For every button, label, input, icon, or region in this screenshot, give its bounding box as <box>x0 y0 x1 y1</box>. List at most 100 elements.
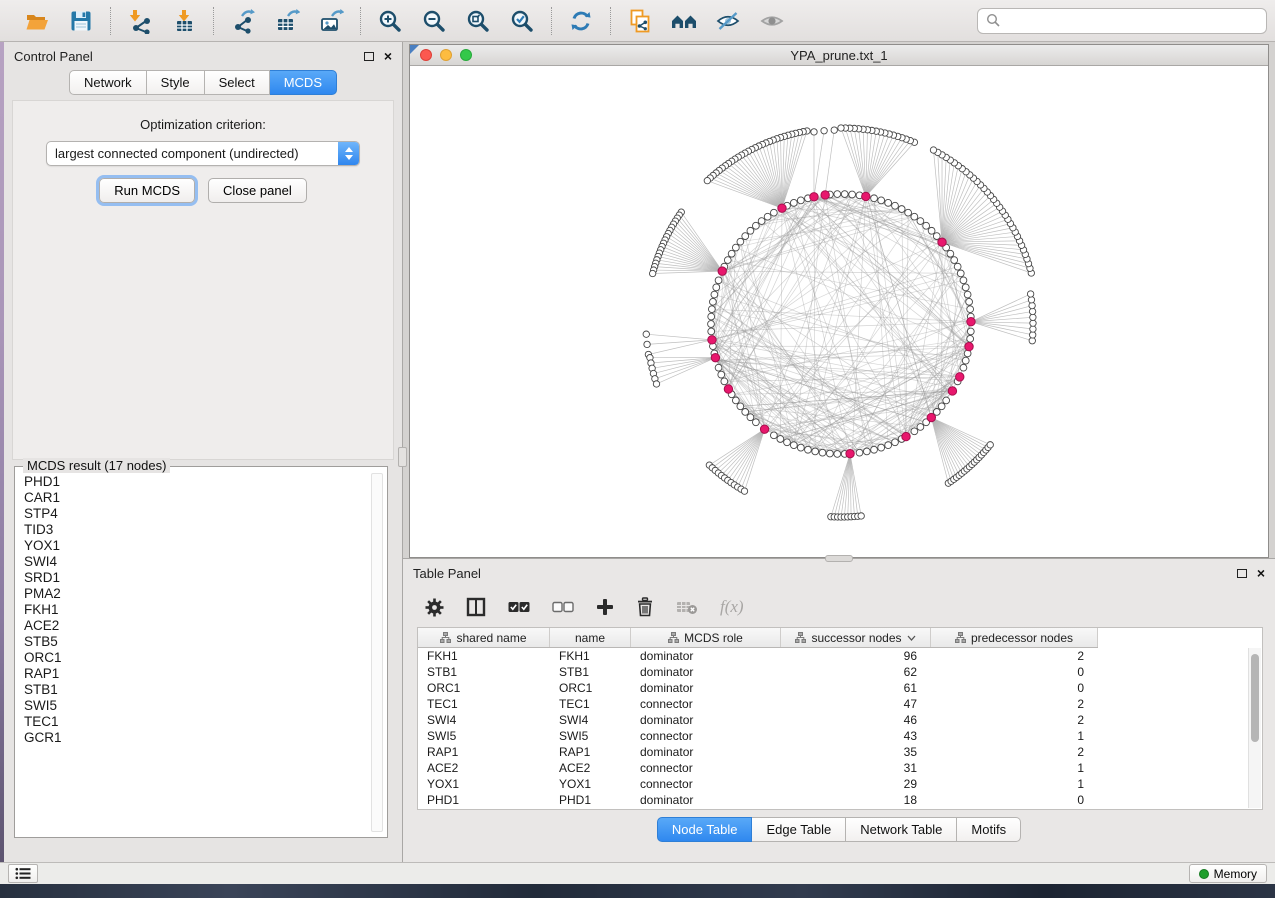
show-all-button[interactable] <box>757 6 787 36</box>
mcds-hub-node[interactable] <box>948 387 956 395</box>
network-window-titlebar[interactable]: YPA_prune.txt_1 <box>410 45 1268 66</box>
table-scrollbar-thumb[interactable] <box>1251 654 1259 742</box>
table-settings-button[interactable] <box>425 598 444 617</box>
tab-mcds[interactable]: MCDS <box>270 70 337 95</box>
mcds-result-item[interactable]: ORC1 <box>24 650 370 666</box>
new-network-from-selection-button[interactable] <box>625 6 655 36</box>
mcds-result-list[interactable]: PHD1CAR1STP4TID3YOX1SWI4SRD1PMA2FKH1ACE2… <box>20 474 370 832</box>
mcds-result-item[interactable]: FKH1 <box>24 602 370 618</box>
mcds-list-scrollbar[interactable] <box>371 473 383 832</box>
mcds-hub-node[interactable] <box>778 204 786 212</box>
column-header-name[interactable]: name <box>550 628 631 647</box>
tab-style[interactable]: Style <box>147 70 205 95</box>
table-row[interactable]: ORC1ORC1dominator610 <box>418 680 1098 696</box>
open-session-button[interactable] <box>22 6 52 36</box>
table-scrollbar[interactable] <box>1248 648 1261 808</box>
mcds-hub-node[interactable] <box>724 385 732 393</box>
table-row[interactable]: SWI4SWI4dominator462 <box>418 712 1098 728</box>
mcds-hub-node[interactable] <box>902 432 910 440</box>
mcds-hub-node[interactable] <box>967 318 975 326</box>
deselect-all-button[interactable] <box>552 601 574 613</box>
mcds-result-item[interactable]: STB5 <box>24 634 370 650</box>
zoom-fit-button[interactable] <box>463 6 493 36</box>
vertical-splitter-handle[interactable] <box>398 447 407 467</box>
first-neighbors-button[interactable] <box>669 6 699 36</box>
column-header-predecessor-nodes[interactable]: predecessor nodes <box>931 628 1098 647</box>
tab-select[interactable]: Select <box>205 70 270 95</box>
delete-column-button[interactable] <box>636 597 654 617</box>
mcds-hub-node[interactable] <box>760 425 768 433</box>
mcds-hub-node[interactable] <box>862 192 870 200</box>
mcds-hub-node[interactable] <box>711 353 719 361</box>
float-panel-icon[interactable] <box>1237 569 1247 578</box>
zoom-out-button[interactable] <box>419 6 449 36</box>
zoom-in-button[interactable] <box>375 6 405 36</box>
mcds-hub-node[interactable] <box>708 336 716 344</box>
tab-network[interactable]: Network <box>69 70 147 95</box>
close-panel-icon[interactable]: × <box>384 49 392 63</box>
mcds-result-item[interactable]: PMA2 <box>24 586 370 602</box>
table-row[interactable]: RAP1RAP1dominator352 <box>418 744 1098 760</box>
mcds-result-item[interactable]: SRD1 <box>24 570 370 586</box>
show-columns-button[interactable] <box>466 597 486 617</box>
panel-splitter-grip[interactable] <box>825 555 853 562</box>
table-row[interactable]: PHD1PHD1dominator180 <box>418 792 1098 808</box>
export-image-button[interactable] <box>316 6 346 36</box>
mcds-result-item[interactable]: TID3 <box>24 522 370 538</box>
mcds-hub-node[interactable] <box>956 373 964 381</box>
mcds-result-item[interactable]: PHD1 <box>24 474 370 490</box>
export-network-button[interactable] <box>228 6 258 36</box>
save-session-button[interactable] <box>66 6 96 36</box>
mcds-result-item[interactable]: SWI5 <box>24 698 370 714</box>
mcds-result-item[interactable]: TEC1 <box>24 714 370 730</box>
mcds-result-item[interactable]: YOX1 <box>24 538 370 554</box>
mcds-hub-node[interactable] <box>846 449 854 457</box>
mcds-result-item[interactable]: GCR1 <box>24 730 370 746</box>
mcds-hub-node[interactable] <box>810 193 818 201</box>
search-input[interactable] <box>1001 13 1258 28</box>
mcds-hub-node[interactable] <box>938 238 946 246</box>
network-view-canvas[interactable] <box>410 66 1268 557</box>
tab-network-table[interactable]: Network Table <box>846 817 957 842</box>
close-panel-icon[interactable]: × <box>1257 566 1265 580</box>
tab-edge-table[interactable]: Edge Table <box>752 817 846 842</box>
select-all-button[interactable] <box>508 601 530 613</box>
table-row[interactable]: SWI5SWI5connector431 <box>418 728 1098 744</box>
mcds-hub-node[interactable] <box>965 342 973 350</box>
mcds-result-item[interactable]: STP4 <box>24 506 370 522</box>
import-network-button[interactable] <box>125 6 155 36</box>
hide-selected-button[interactable] <box>713 6 743 36</box>
column-header-shared-name[interactable]: shared name <box>418 628 550 647</box>
export-table-button[interactable] <box>272 6 302 36</box>
import-table-button[interactable] <box>169 6 199 36</box>
mcds-hub-node[interactable] <box>821 191 829 199</box>
optimization-criterion-select[interactable]: largest connected component (undirected) <box>46 141 360 166</box>
mcds-result-item[interactable]: SWI4 <box>24 554 370 570</box>
column-header-successor-nodes[interactable]: successor nodes <box>781 628 931 647</box>
apply-layout-button[interactable] <box>566 6 596 36</box>
column-header-MCDS-role[interactable]: MCDS role <box>631 628 781 647</box>
mcds-result-item[interactable]: CAR1 <box>24 490 370 506</box>
mcds-hub-node[interactable] <box>718 267 726 275</box>
function-builder-button[interactable]: f(x) <box>720 597 744 617</box>
mcds-result-item[interactable]: ACE2 <box>24 618 370 634</box>
memory-button[interactable]: Memory <box>1189 864 1267 883</box>
task-history-button[interactable] <box>8 864 38 883</box>
table-row[interactable]: STB1STB1dominator620 <box>418 664 1098 680</box>
tab-node-table[interactable]: Node Table <box>657 817 753 842</box>
table-row[interactable]: FKH1FKH1dominator962 <box>418 648 1098 664</box>
table-row[interactable]: ACE2ACE2connector311 <box>418 760 1098 776</box>
mcds-result-item[interactable]: RAP1 <box>24 666 370 682</box>
delete-table-button[interactable] <box>676 599 698 615</box>
table-row[interactable]: TEC1TEC1connector472 <box>418 696 1098 712</box>
search-field[interactable] <box>977 8 1267 34</box>
float-panel-icon[interactable] <box>364 52 374 61</box>
table-row[interactable]: YOX1YOX1connector291 <box>418 776 1098 792</box>
close-panel-button[interactable]: Close panel <box>208 178 307 203</box>
run-mcds-button[interactable]: Run MCDS <box>99 178 195 203</box>
zoom-selected-button[interactable] <box>507 6 537 36</box>
mcds-hub-node[interactable] <box>927 413 935 421</box>
add-column-button[interactable] <box>596 598 614 616</box>
mcds-result-item[interactable]: STB1 <box>24 682 370 698</box>
tab-motifs[interactable]: Motifs <box>957 817 1021 842</box>
